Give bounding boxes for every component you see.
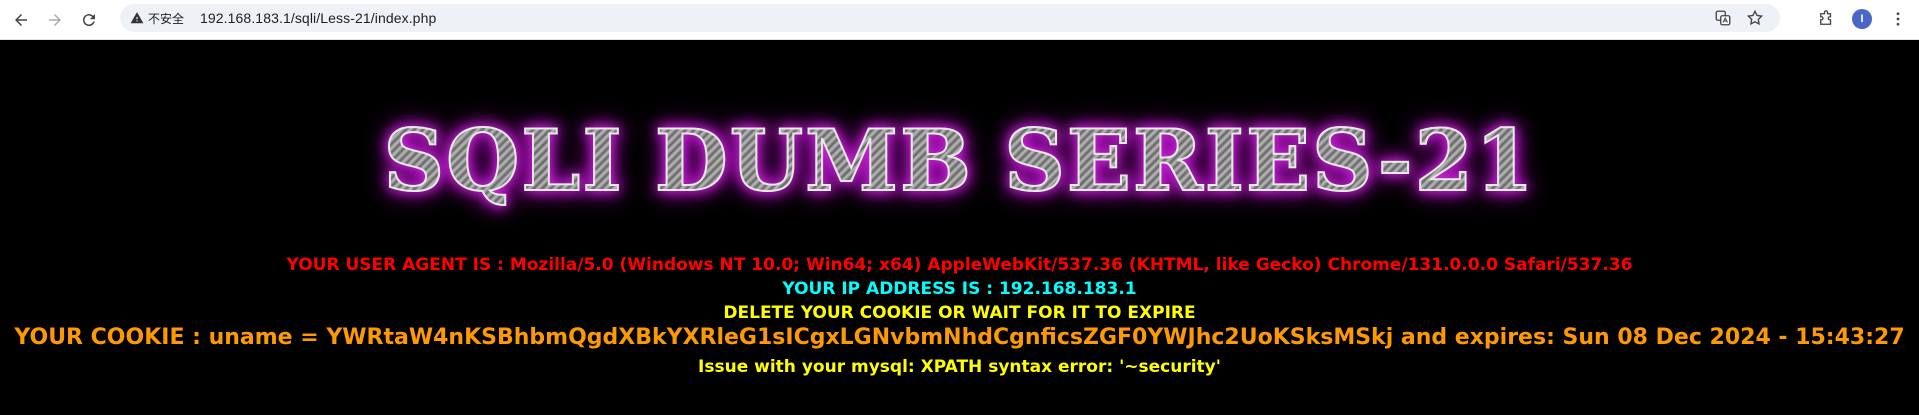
banner-title: SQLI DUMB SERIES-21 — [0, 110, 1919, 211]
security-label: 不安全 — [148, 11, 185, 26]
back-arrow-icon — [15, 13, 27, 26]
extensions-button[interactable] — [1813, 6, 1839, 32]
user-agent-text: YOUR USER AGENT IS : Mozilla/5.0 (Window… — [286, 255, 1633, 275]
address-bar[interactable]: 不安全 192.168.183.1/sqli/Less-21/index.php — [120, 4, 1780, 32]
mysql-error-text: Issue with your mysql: XPATH syntax erro… — [698, 357, 1221, 377]
translate-button[interactable] — [1712, 7, 1734, 29]
warning-triangle-icon — [130, 12, 144, 24]
browser-toolbar: 不安全 192.168.183.1/sqli/Less-21/index.php… — [0, 0, 1919, 40]
url-text[interactable]: 192.168.183.1/sqli/Less-21/index.php — [200, 10, 436, 26]
star-icon — [1746, 9, 1764, 26]
back-button[interactable] — [8, 7, 34, 33]
delete-cookie-notice: DELETE YOUR COOKIE OR WAIT FOR IT TO EXP… — [723, 303, 1196, 323]
reload-button[interactable] — [76, 7, 102, 33]
more-vertical-icon — [1896, 12, 1900, 26]
translate-icon — [1715, 10, 1731, 26]
bookmark-button[interactable] — [1744, 7, 1766, 29]
forward-button[interactable] — [42, 7, 68, 33]
avatar: I — [1852, 9, 1872, 29]
cookie-text: YOUR COOKIE : uname = YWRtaW4nKSBhbmQgdX… — [14, 325, 1905, 350]
reload-icon — [82, 13, 95, 26]
menu-button[interactable] — [1885, 6, 1911, 32]
page-content: SQLI DUMB SERIES-21 YOUR USER AGENT IS :… — [0, 41, 1919, 415]
ip-address-text: YOUR IP ADDRESS IS : 192.168.183.1 — [782, 279, 1137, 299]
puzzle-icon — [1820, 10, 1832, 25]
security-indicator[interactable]: 不安全 — [130, 10, 192, 27]
forward-arrow-icon — [49, 13, 61, 26]
profile-button[interactable]: I — [1849, 6, 1875, 32]
